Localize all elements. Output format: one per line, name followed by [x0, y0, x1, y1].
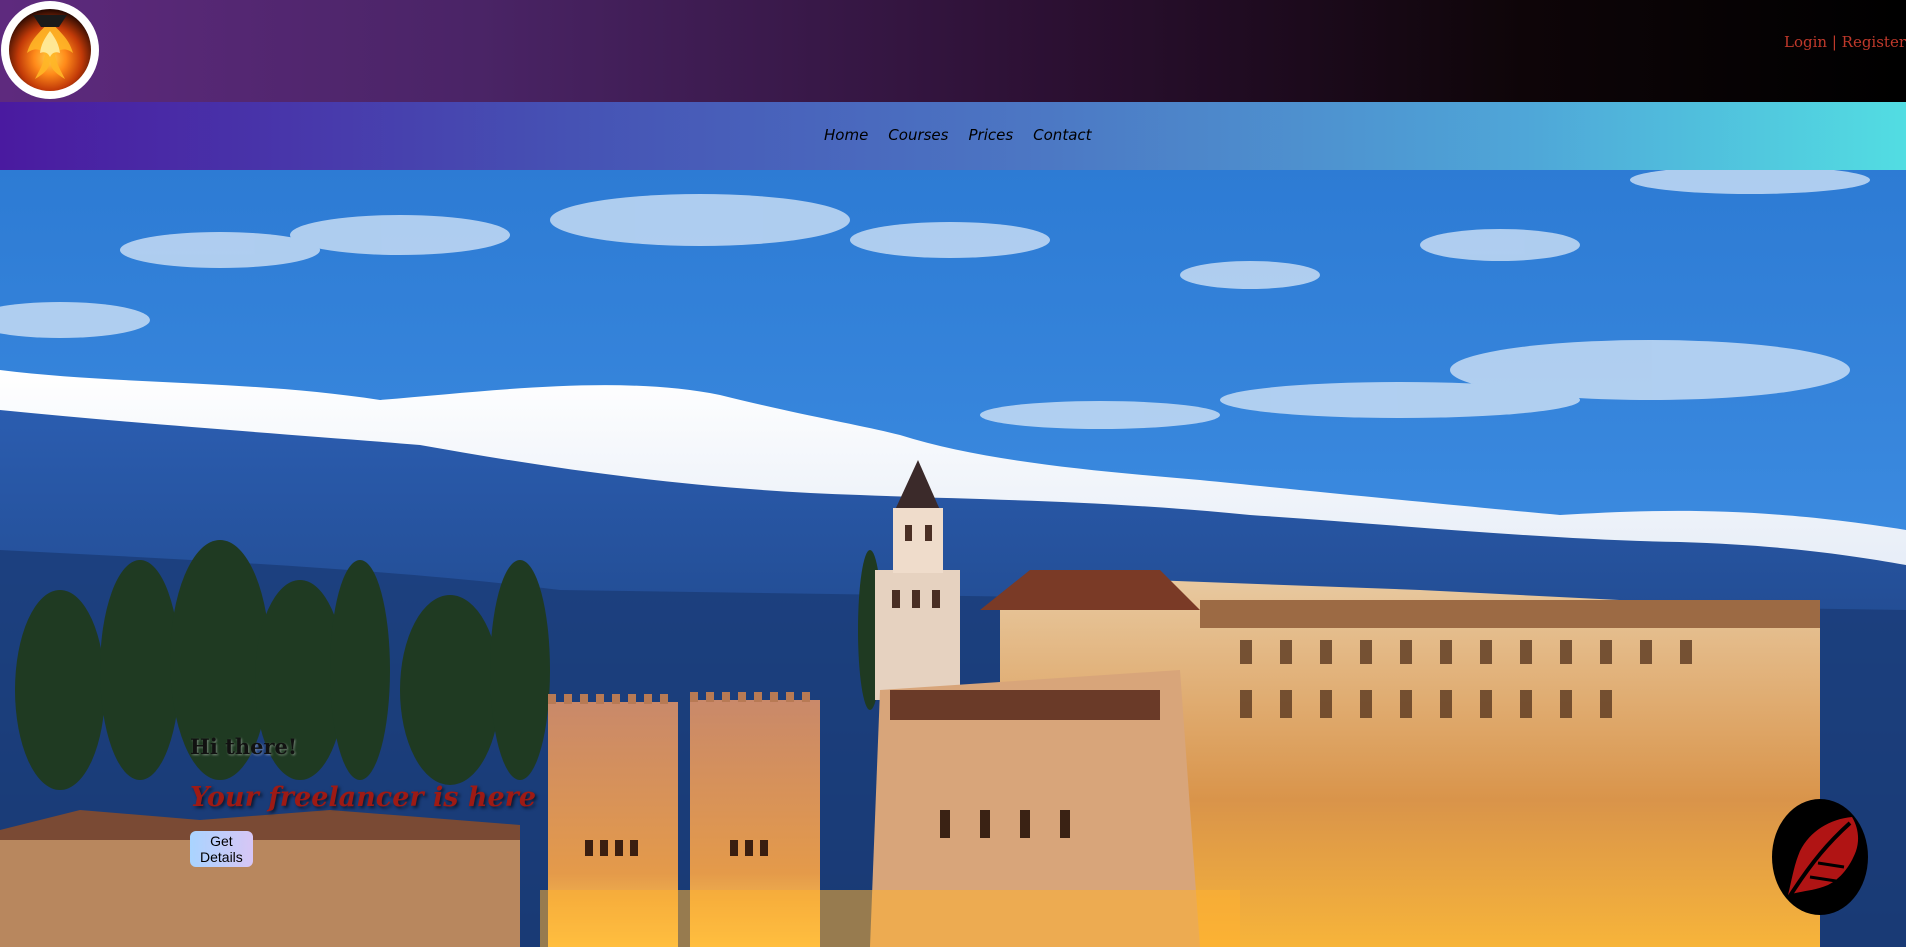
top-header: Login | Register: [0, 0, 1906, 102]
page: Login | Register Home Courses Prices Con…: [0, 0, 1906, 947]
floating-action-button[interactable]: [1770, 795, 1870, 919]
nav-contact[interactable]: Contact: [1033, 126, 1091, 144]
main-nav: Home Courses Prices Contact: [0, 102, 1906, 170]
nav-items: Home Courses Prices Contact: [824, 126, 1092, 144]
phoenix-logo-icon: [9, 9, 91, 91]
register-link[interactable]: Register: [1842, 33, 1906, 51]
site-logo[interactable]: [1, 1, 99, 99]
hero-section: Hi there! Your freelancer is here Get De…: [0, 170, 1906, 947]
login-link[interactable]: Login: [1784, 33, 1827, 51]
nav-courses[interactable]: Courses: [888, 126, 948, 144]
hero-greeting: Hi there!: [190, 734, 298, 759]
hero-background-image: [0, 170, 1906, 947]
nav-prices[interactable]: Prices: [968, 126, 1013, 144]
hero-tagline: Your freelancer is here: [190, 782, 537, 813]
auth-links: Login | Register: [1784, 33, 1906, 51]
feather-icon: [1772, 799, 1868, 915]
auth-separator: |: [1827, 33, 1842, 51]
nav-home[interactable]: Home: [824, 126, 868, 144]
get-details-button[interactable]: Get Details: [190, 831, 253, 867]
